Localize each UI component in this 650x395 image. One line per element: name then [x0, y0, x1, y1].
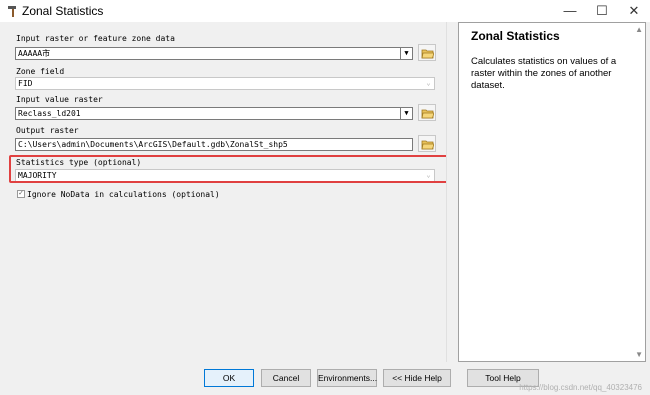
chevron-down-icon[interactable]: ▼ — [400, 108, 412, 119]
help-panel: Zonal Statistics Calculates statistics o… — [458, 22, 646, 362]
hammer-icon — [8, 6, 16, 17]
value-raster-dropdown[interactable]: Reclass_ld201 ▼ — [15, 107, 413, 120]
hide-help-button[interactable]: << Hide Help — [383, 369, 451, 387]
zonal-statistics-dialog: Zonal Statistics — ☐ ✕ Input raster or f… — [0, 0, 650, 395]
highlight-box — [9, 155, 449, 183]
output-raster-input[interactable]: C:\Users\admin\Documents\ArcGIS\Default.… — [15, 138, 413, 151]
maximize-button[interactable]: ☐ — [586, 0, 618, 22]
dialog-body: Input raster or feature zone data AAAAA市… — [0, 22, 650, 395]
chevron-down-icon[interactable]: ▼ — [400, 48, 412, 59]
title-bar[interactable]: Zonal Statistics — ☐ ✕ — [0, 0, 650, 22]
scroll-down-icon[interactable]: ▼ — [635, 350, 643, 359]
panel-splitter[interactable] — [446, 22, 455, 362]
window-title: Zonal Statistics — [22, 4, 104, 18]
ignore-nodata-label: Ignore NoData in calculations (optional) — [27, 190, 220, 199]
value-raster-browse-button[interactable] — [418, 104, 436, 121]
zone-data-browse-button[interactable] — [418, 44, 436, 61]
help-title: Zonal Statistics — [471, 29, 560, 43]
value-raster-value: Reclass_ld201 — [18, 109, 81, 118]
value-raster-label: Input value raster — [16, 95, 103, 104]
scroll-up-icon[interactable]: ▲ — [635, 25, 643, 34]
minimize-button[interactable]: — — [554, 0, 586, 22]
folder-icon — [421, 109, 434, 119]
parameters-panel: Input raster or feature zone data AAAAA市… — [6, 22, 449, 362]
ok-button[interactable]: OK — [204, 369, 254, 387]
watermark: https://blog.csdn.net/qq_40323476 — [519, 383, 642, 392]
output-raster-label: Output raster — [16, 126, 79, 135]
close-button[interactable]: ✕ — [618, 0, 650, 22]
environments-button[interactable]: Environments... — [317, 369, 377, 387]
output-raster-browse-button[interactable] — [418, 135, 436, 152]
ignore-nodata-checkbox[interactable]: ✓ — [17, 190, 25, 198]
zone-data-dropdown[interactable]: AAAAA市 ▼ — [15, 47, 413, 60]
chevron-down-icon[interactable]: ⌄ — [423, 78, 434, 89]
zone-field-value: FID — [18, 79, 33, 88]
cancel-button[interactable]: Cancel — [261, 369, 311, 387]
zone-field-label: Zone field — [16, 67, 65, 76]
help-description: Calculates statistics on values of a ras… — [471, 56, 617, 91]
output-raster-value: C:\Users\admin\Documents\ArcGIS\Default.… — [18, 140, 288, 149]
zone-data-value: AAAAA市 — [18, 49, 51, 58]
zone-field-dropdown[interactable]: FID ⌄ — [15, 77, 435, 90]
folder-icon — [421, 140, 434, 150]
button-bar: OK Cancel Environments... << Hide Help T… — [0, 365, 650, 395]
folder-icon — [421, 49, 434, 59]
zone-data-label: Input raster or feature zone data — [16, 34, 175, 43]
